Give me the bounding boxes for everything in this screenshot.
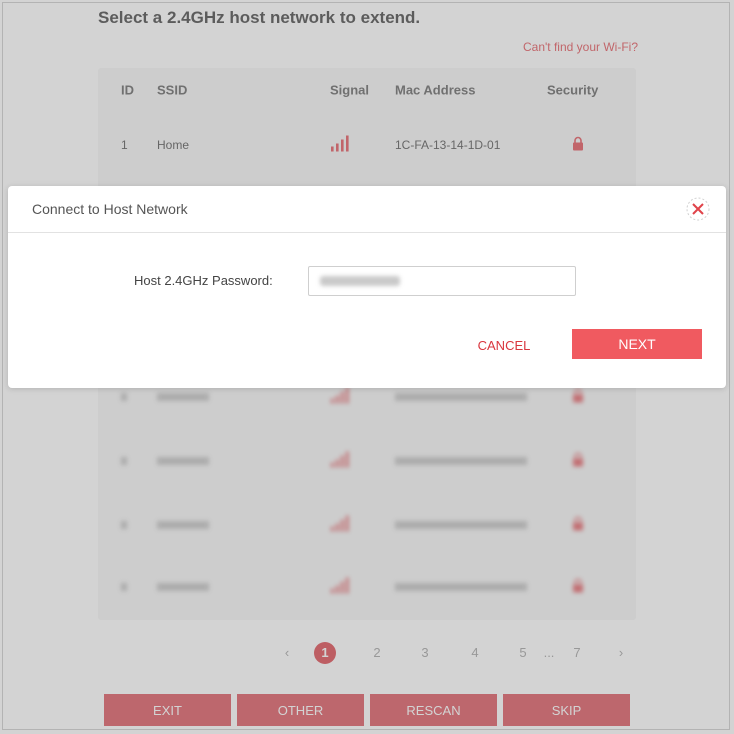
close-icon[interactable] bbox=[684, 195, 712, 223]
dialog-title: Connect to Host Network bbox=[32, 201, 188, 217]
dialog-header: Connect to Host Network bbox=[8, 186, 726, 233]
password-label: Host 2.4GHz Password: bbox=[134, 273, 273, 288]
next-button[interactable]: NEXT bbox=[572, 329, 702, 359]
password-masked-value bbox=[320, 276, 400, 286]
cancel-button[interactable]: CANCEL bbox=[438, 329, 570, 361]
connect-host-network-dialog: Connect to Host Network Host 2.4GHz Pass… bbox=[8, 186, 726, 388]
